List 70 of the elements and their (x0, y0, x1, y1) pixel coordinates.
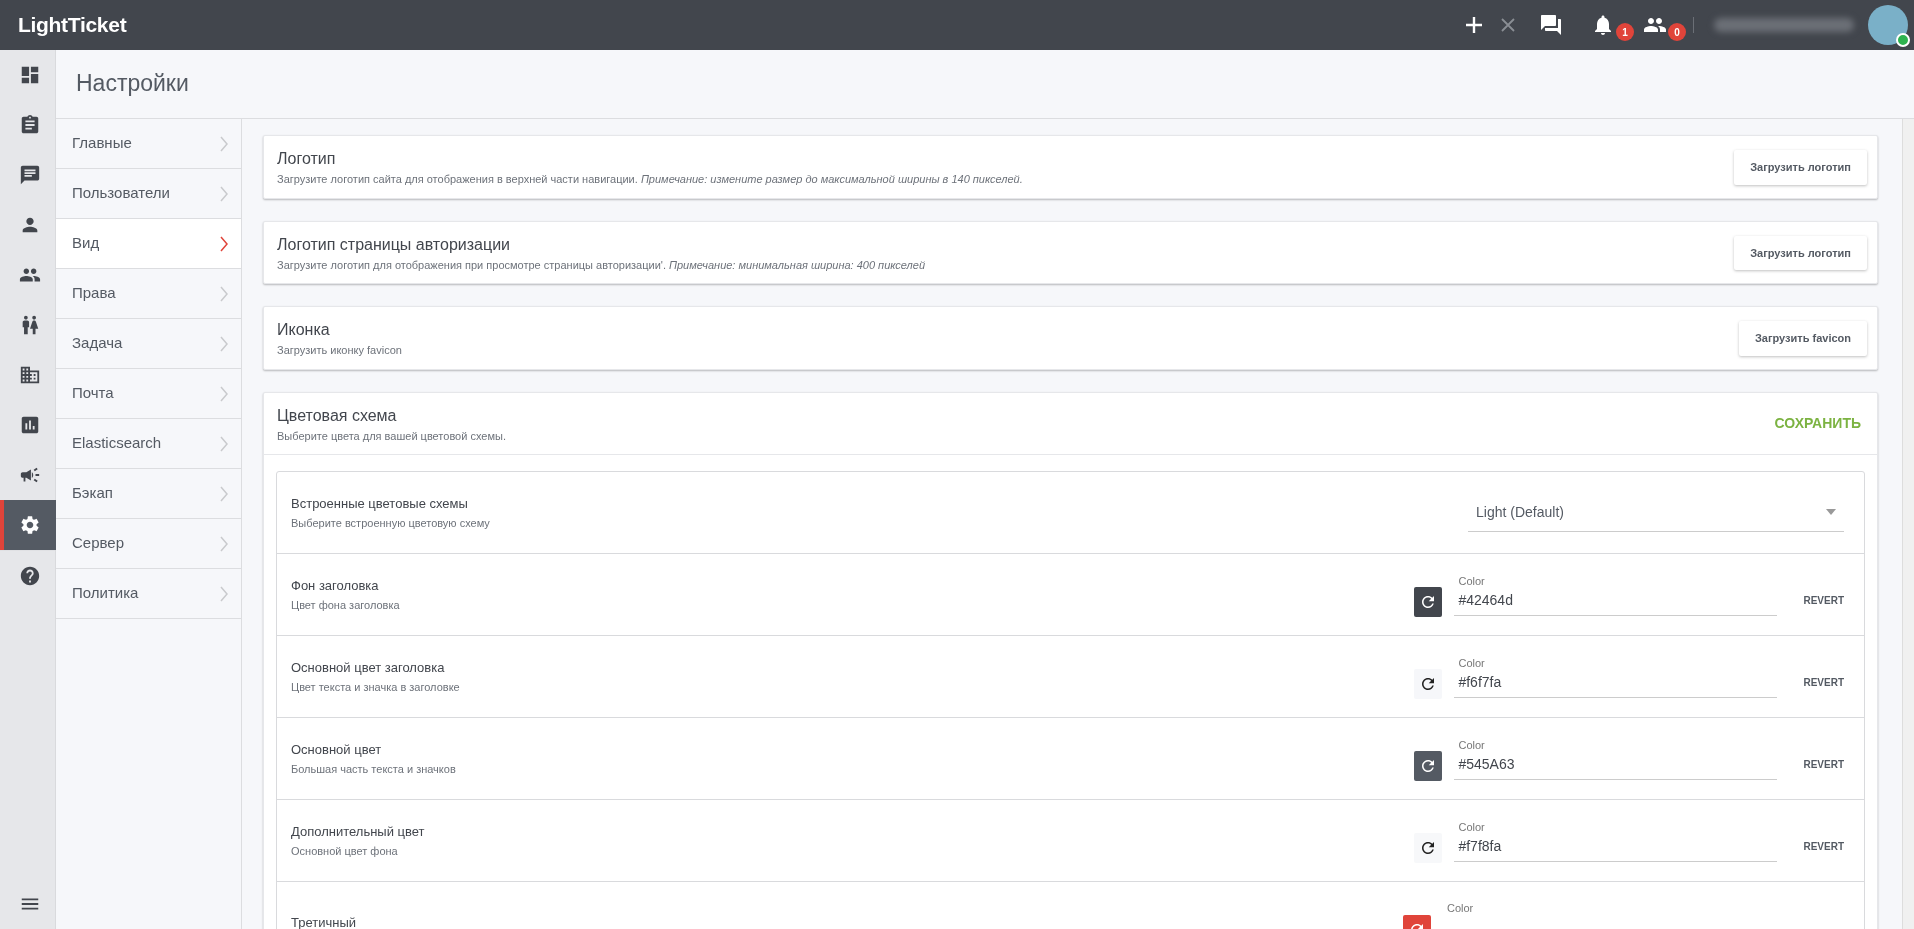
card-description: Выберите цвета для вашей цветовой схемы. (277, 428, 506, 444)
scheme-dropdown[interactable]: Light (Default) (1468, 493, 1844, 532)
setting-title: Основной цвет заголовка (291, 658, 446, 677)
clipboard-icon (19, 114, 41, 136)
app-logo[interactable]: LightTicket (18, 9, 127, 41)
color-input-field[interactable]: #f6f7fa (1454, 672, 1778, 698)
plus-icon[interactable] (1465, 16, 1483, 34)
card-title: Логотип страницы авторизации (277, 234, 511, 255)
close-icon[interactable] (1501, 18, 1515, 32)
chevron-right-icon (219, 435, 229, 452)
color-swatch-button[interactable] (1414, 586, 1443, 617)
page-title: Настройки (56, 50, 1914, 119)
field-label: Color (1446, 900, 1475, 916)
card-title: Цветовая схема (277, 405, 398, 426)
chat-icon (19, 164, 41, 186)
setting-title: Встроенные цветовые схемы (291, 494, 469, 513)
help-icon (19, 565, 41, 587)
dashboard-icon (19, 64, 41, 86)
setting-description: Большая часть текста и значков (291, 762, 457, 777)
upload-button[interactable]: Загрузить логотип (1734, 150, 1867, 185)
chevron-right-icon (219, 585, 229, 602)
online-status-dot (1896, 33, 1910, 47)
upload-button[interactable]: Загрузить логотип (1734, 235, 1867, 270)
setting-title: Третичный (291, 913, 357, 929)
caret-icon (1826, 509, 1836, 515)
building-icon (19, 364, 41, 386)
field-label: Color (1457, 656, 1486, 671)
settings-icon (19, 514, 41, 536)
card-description: Загрузите логотип сайта для отображения в верхней части навигации. Примечание: измените размер до максимальной ширины в 140 пикселей. (277, 172, 1023, 187)
chevron-right-icon (219, 285, 229, 302)
revert-button[interactable]: REVERT (1795, 753, 1852, 776)
scrollbar[interactable] (1902, 119, 1914, 929)
setting-description: Выберите встроенную цветовую схему (291, 516, 491, 531)
bar-chart-icon (19, 414, 41, 436)
upload-button[interactable]: Загрузить favicon (1738, 321, 1867, 356)
color-swatch-button[interactable] (1414, 832, 1443, 863)
setting-title: Фон заголовка (291, 576, 380, 595)
chevron-right-icon (219, 185, 229, 202)
chevron-right-icon (219, 235, 229, 252)
chevron-right-icon (219, 385, 229, 402)
field-label: Color (1457, 738, 1486, 753)
revert-button[interactable]: REVERT (1795, 835, 1852, 858)
card-title: Иконка (277, 320, 331, 340)
contact-count: 0 (1668, 23, 1686, 41)
revert-button[interactable]: REVERT (1795, 671, 1852, 694)
chevron-right-icon (219, 335, 229, 352)
chevron-right-icon (219, 135, 229, 152)
setting-description: Основной цвет фона (291, 844, 399, 859)
revert-button[interactable]: REVERT (1795, 589, 1852, 612)
notification-count: 1 (1616, 23, 1634, 41)
setting-description: Цвет фона заголовка (291, 598, 401, 613)
chat-icon[interactable] (1539, 13, 1563, 37)
card-title: Логотип (277, 149, 337, 169)
chevron-right-icon (219, 485, 229, 502)
color-input-field[interactable]: #f7f8fa (1454, 836, 1778, 862)
card-description: Загрузить иконку favicon (277, 343, 402, 358)
avatar[interactable] (1868, 5, 1908, 45)
chevron-right-icon (219, 535, 229, 552)
field-label: Color (1457, 820, 1486, 835)
settings-menu-item[interactable]: Вид (56, 219, 241, 269)
setting-title: Дополнительный цвет (291, 822, 426, 841)
field-label: Color (1457, 574, 1486, 589)
color-swatch-button[interactable] (1414, 750, 1443, 781)
settings-nav-button[interactable] (0, 500, 56, 550)
color-input-field[interactable]: #42464d (1454, 590, 1778, 616)
setting-description: Цвет текста и значка в заголовке (291, 680, 461, 695)
color-input-field[interactable]: #545A63 (1454, 754, 1778, 780)
setting-title: Основной цвет (291, 740, 383, 759)
color-swatch-button[interactable] (1414, 668, 1443, 699)
card-description: Загрузите логотип для отображения при просмотре страницы авторизации'. Примечание: минимальная ширина: 400 пикселей (277, 257, 926, 273)
